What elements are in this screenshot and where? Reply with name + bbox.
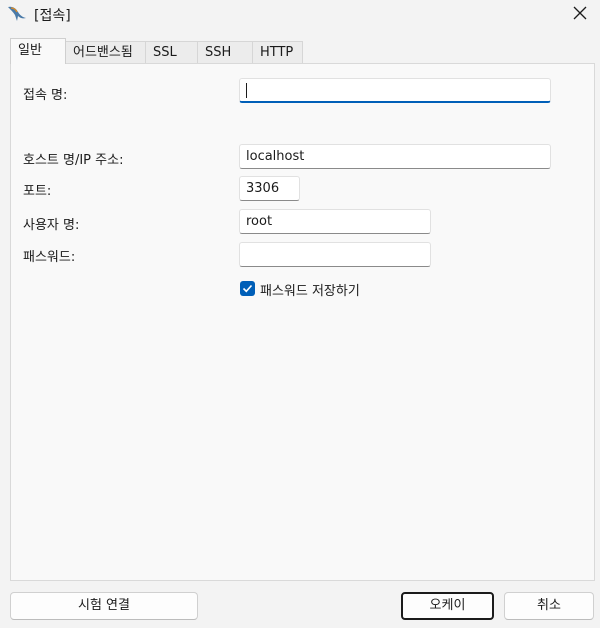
connection-dialog: [접속] 일반 어드밴스됨 SSL SSH HTTP 접속 명: 호스트 명/I…	[0, 0, 600, 628]
close-icon	[573, 6, 587, 20]
general-tab-panel	[10, 63, 595, 581]
port-input[interactable]: 3306	[239, 176, 300, 201]
password-input[interactable]	[239, 242, 431, 267]
window-title: [접속]	[34, 8, 71, 24]
save-password-checkbox[interactable]	[240, 281, 255, 296]
username-input[interactable]: root	[239, 209, 431, 234]
host-label: 호스트 명/IP 주소:	[23, 153, 124, 168]
test-connection-button[interactable]: 시험 연결	[10, 592, 198, 620]
text-caret	[246, 83, 247, 98]
tab-ssh[interactable]: SSH	[197, 41, 253, 63]
save-password-label[interactable]: 패스워드 저장하기	[260, 280, 360, 299]
checkmark-icon	[242, 284, 253, 293]
port-label: 포트:	[23, 184, 52, 199]
connection-name-input[interactable]	[239, 78, 551, 103]
tab-ssl[interactable]: SSL	[145, 41, 198, 63]
tab-http[interactable]: HTTP	[252, 41, 303, 63]
title-bar: [접속]	[0, 0, 600, 30]
cancel-button[interactable]: 취소	[504, 592, 594, 620]
tab-general[interactable]: 일반	[10, 38, 66, 64]
host-input[interactable]: localhost	[239, 144, 551, 169]
mysql-dolphin-icon	[8, 6, 26, 21]
username-label: 사용자 명:	[23, 218, 80, 233]
password-label: 패스워드:	[23, 250, 76, 265]
close-button[interactable]	[560, 0, 600, 28]
connection-name-label: 접속 명:	[23, 88, 68, 103]
tab-advanced[interactable]: 어드밴스됨	[65, 41, 146, 63]
ok-button[interactable]: 오케이	[401, 592, 494, 620]
